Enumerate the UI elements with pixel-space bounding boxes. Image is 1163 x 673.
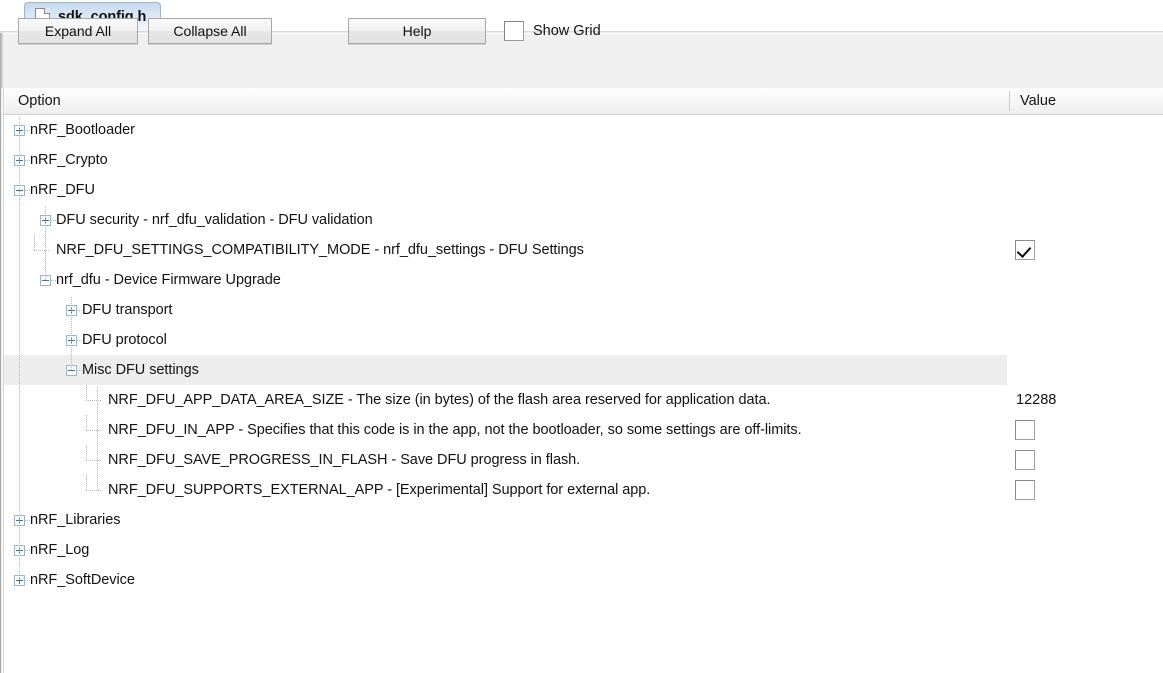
option-label: Misc DFU settings — [82, 362, 199, 378]
option-label: nrf_dfu - Device Firmware Upgrade — [56, 272, 281, 288]
table-row[interactable]: DFU security - nrf_dfu_validation - DFU … — [4, 205, 1163, 235]
show-grid-checkbox[interactable] — [504, 21, 524, 41]
table-row[interactable]: nRF_DFU — [4, 175, 1163, 205]
tree-connector-horizontal — [86, 460, 102, 461]
value-checkbox[interactable] — [1015, 450, 1035, 470]
grid-header: Option Value — [4, 88, 1163, 115]
table-row[interactable]: NRF_DFU_IN_APP - Specifies that this cod… — [4, 415, 1163, 445]
collapse-all-button[interactable]: Collapse All — [148, 18, 272, 44]
options-grid: Option Value nRF_Bootloader nRF_Crypto nRF… — [0, 88, 1163, 673]
grid-left-edge — [0, 88, 4, 673]
table-row[interactable]: DFU protocol — [4, 325, 1163, 355]
tree-connector-vertical — [97, 387, 98, 490]
tree-connector-horizontal — [86, 400, 102, 401]
tree-connector-vertical — [86, 445, 87, 461]
table-row[interactable]: NRF_DFU_APP_DATA_AREA_SIZE - The size (i… — [4, 385, 1163, 415]
option-label: DFU security - nrf_dfu_validation - DFU … — [56, 212, 373, 228]
column-divider[interactable] — [1009, 91, 1010, 111]
help-button[interactable]: Help — [348, 18, 486, 44]
option-label: nRF_DFU — [30, 182, 95, 198]
table-row[interactable]: nRF_Crypto — [4, 145, 1163, 175]
option-label: nRF_Libraries — [30, 512, 121, 528]
option-label: NRF_DFU_IN_APP - Specifies that this cod… — [108, 422, 802, 438]
value-checkbox[interactable] — [1015, 420, 1035, 440]
tree-rows: nRF_Bootloader nRF_Crypto nRF_DFU DFU secur… — [4, 115, 1163, 673]
toolbar-left-edge — [0, 33, 3, 88]
tree-connector-vertical — [86, 415, 87, 431]
value-checkbox[interactable] — [1015, 240, 1035, 260]
tree-connector-vertical — [86, 385, 87, 401]
tree-connector-vertical — [71, 297, 72, 370]
option-label: DFU transport — [82, 302, 173, 318]
tree-connector-horizontal — [34, 250, 50, 251]
value-checkbox[interactable] — [1015, 480, 1035, 500]
table-row[interactable]: nRF_Bootloader — [4, 115, 1163, 145]
show-grid-label: Show Grid — [533, 23, 601, 39]
show-grid-control[interactable]: Show Grid — [504, 18, 601, 44]
table-row[interactable]: nrf_dfu - Device Firmware Upgrade — [4, 265, 1163, 295]
table-row[interactable]: nRF_Log — [4, 535, 1163, 565]
tree-connector-vertical — [19, 117, 20, 580]
column-header-value[interactable]: Value — [1020, 88, 1056, 114]
option-label: NRF_DFU_SAVE_PROGRESS_IN_FLASH - Save DF… — [108, 452, 581, 468]
value-text[interactable]: 12288 — [1016, 385, 1056, 415]
table-row[interactable]: NRF_DFU_SAVE_PROGRESS_IN_FLASH - Save DF… — [4, 445, 1163, 475]
table-row[interactable]: NRF_DFU_SETTINGS_COMPATIBILITY_MODE - nr… — [4, 235, 1163, 265]
table-row[interactable]: Misc DFU settings — [4, 355, 1163, 385]
option-label: nRF_SoftDevice — [30, 572, 135, 588]
column-header-option[interactable]: Option — [18, 88, 61, 114]
tree-connector-vertical — [86, 475, 87, 491]
tree-connector-horizontal — [86, 430, 102, 431]
option-label: NRF_DFU_SETTINGS_COMPATIBILITY_MODE - nr… — [56, 242, 584, 258]
option-label: nRF_Log — [30, 542, 90, 558]
option-label: nRF_Crypto — [30, 152, 108, 168]
option-label: NRF_DFU_APP_DATA_AREA_SIZE - The size (i… — [108, 392, 771, 408]
option-label: DFU protocol — [82, 332, 167, 348]
expand-all-button[interactable]: Expand All — [18, 18, 138, 44]
table-row[interactable]: nRF_Libraries — [4, 505, 1163, 535]
option-label: nRF_Bootloader — [30, 122, 135, 138]
tree-connector-vertical — [34, 235, 35, 251]
tree-connector-vertical — [45, 207, 46, 280]
table-row[interactable]: nRF_SoftDevice — [4, 565, 1163, 595]
option-label: NRF_DFU_SUPPORTS_EXTERNAL_APP - [Experim… — [108, 482, 651, 498]
tree-connector-horizontal — [86, 490, 102, 491]
table-row[interactable]: DFU transport — [4, 295, 1163, 325]
table-row[interactable]: NRF_DFU_SUPPORTS_EXTERNAL_APP - [Experim… — [4, 475, 1163, 505]
